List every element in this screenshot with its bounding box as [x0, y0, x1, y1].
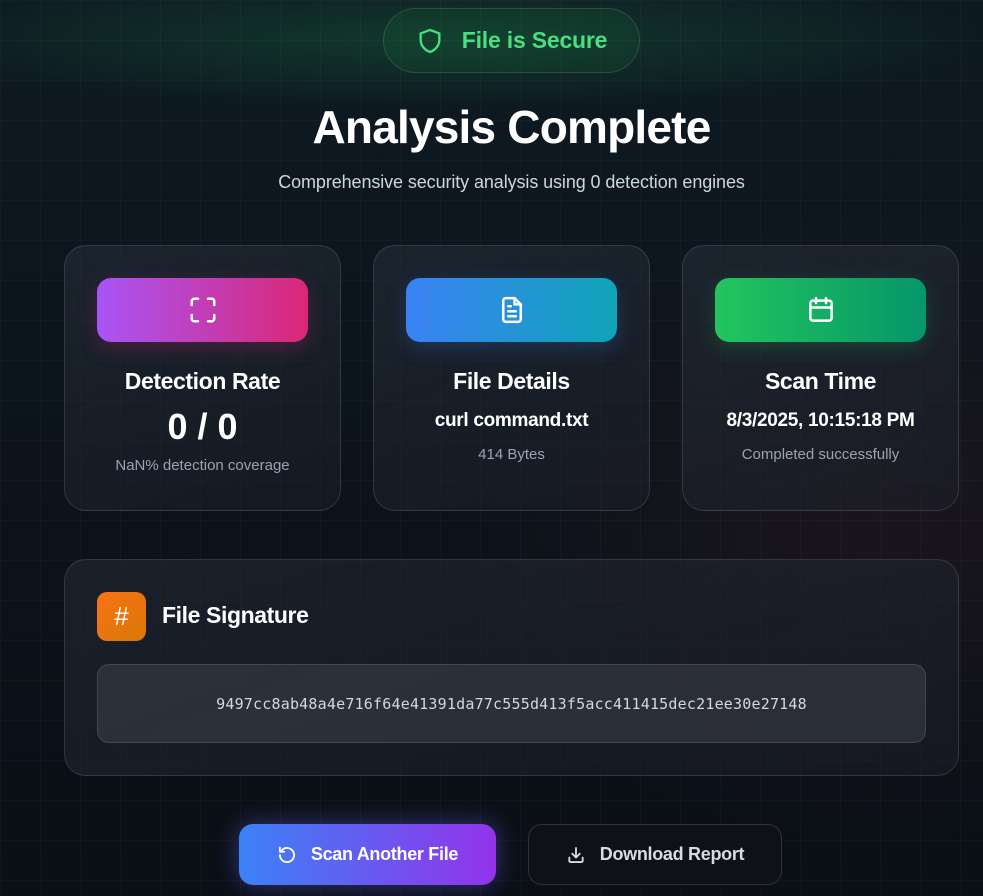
status-badge: File is Secure	[383, 8, 640, 73]
scan-time-card: Scan Time 8/3/2025, 10:15:18 PM Complete…	[682, 245, 959, 511]
scan-another-file-label: Scan Another File	[310, 844, 459, 864]
refresh-icon	[277, 845, 297, 865]
scan-timestamp: 8/3/2025, 10:15:18 PM	[726, 410, 915, 431]
scan-time-icon-box	[715, 278, 926, 342]
download-report-label: Download Report	[599, 844, 745, 864]
scan-another-file-button[interactable]: Scan Another File	[239, 824, 496, 885]
status-badge-label: File is Secure	[461, 27, 608, 53]
detection-rate-value: 0 / 0	[167, 406, 238, 447]
file-size: 414 Bytes	[478, 446, 545, 463]
file-details-icon-box	[406, 278, 617, 342]
hash-icon: #	[97, 592, 146, 641]
file-hash-value[interactable]: 9497cc8ab48a4e716f64e41391da77c555d413f5…	[216, 695, 807, 713]
shield-icon	[416, 27, 444, 55]
file-details-card: File Details curl command.txt 414 Bytes	[373, 245, 650, 511]
scan-time-title: Scan Time	[764, 368, 877, 394]
scan-frame-icon	[188, 295, 218, 325]
file-signature-title: File Signature	[162, 602, 309, 628]
calendar-icon	[806, 295, 836, 325]
file-details-title: File Details	[453, 368, 570, 394]
file-hash-box[interactable]: 9497cc8ab48a4e716f64e41391da77c555d413f5…	[97, 664, 926, 743]
detection-rate-icon-box	[97, 278, 308, 342]
file-name: curl command.txt	[434, 410, 589, 431]
document-icon	[497, 295, 527, 325]
detection-rate-note: NaN% detection coverage	[115, 457, 290, 474]
detection-rate-card: Detection Rate 0 / 0 NaN% detection cove…	[64, 245, 341, 511]
download-icon	[566, 845, 586, 865]
file-signature-panel: # File Signature 9497cc8ab48a4e716f64e41…	[64, 559, 959, 776]
detection-rate-title: Detection Rate	[124, 368, 281, 394]
download-report-button[interactable]: Download Report	[528, 824, 782, 885]
page-title: Analysis Complete	[312, 101, 712, 153]
scan-status-note: Completed successfully	[741, 446, 900, 463]
page-subtitle: Comprehensive security analysis using 0 …	[278, 172, 745, 192]
